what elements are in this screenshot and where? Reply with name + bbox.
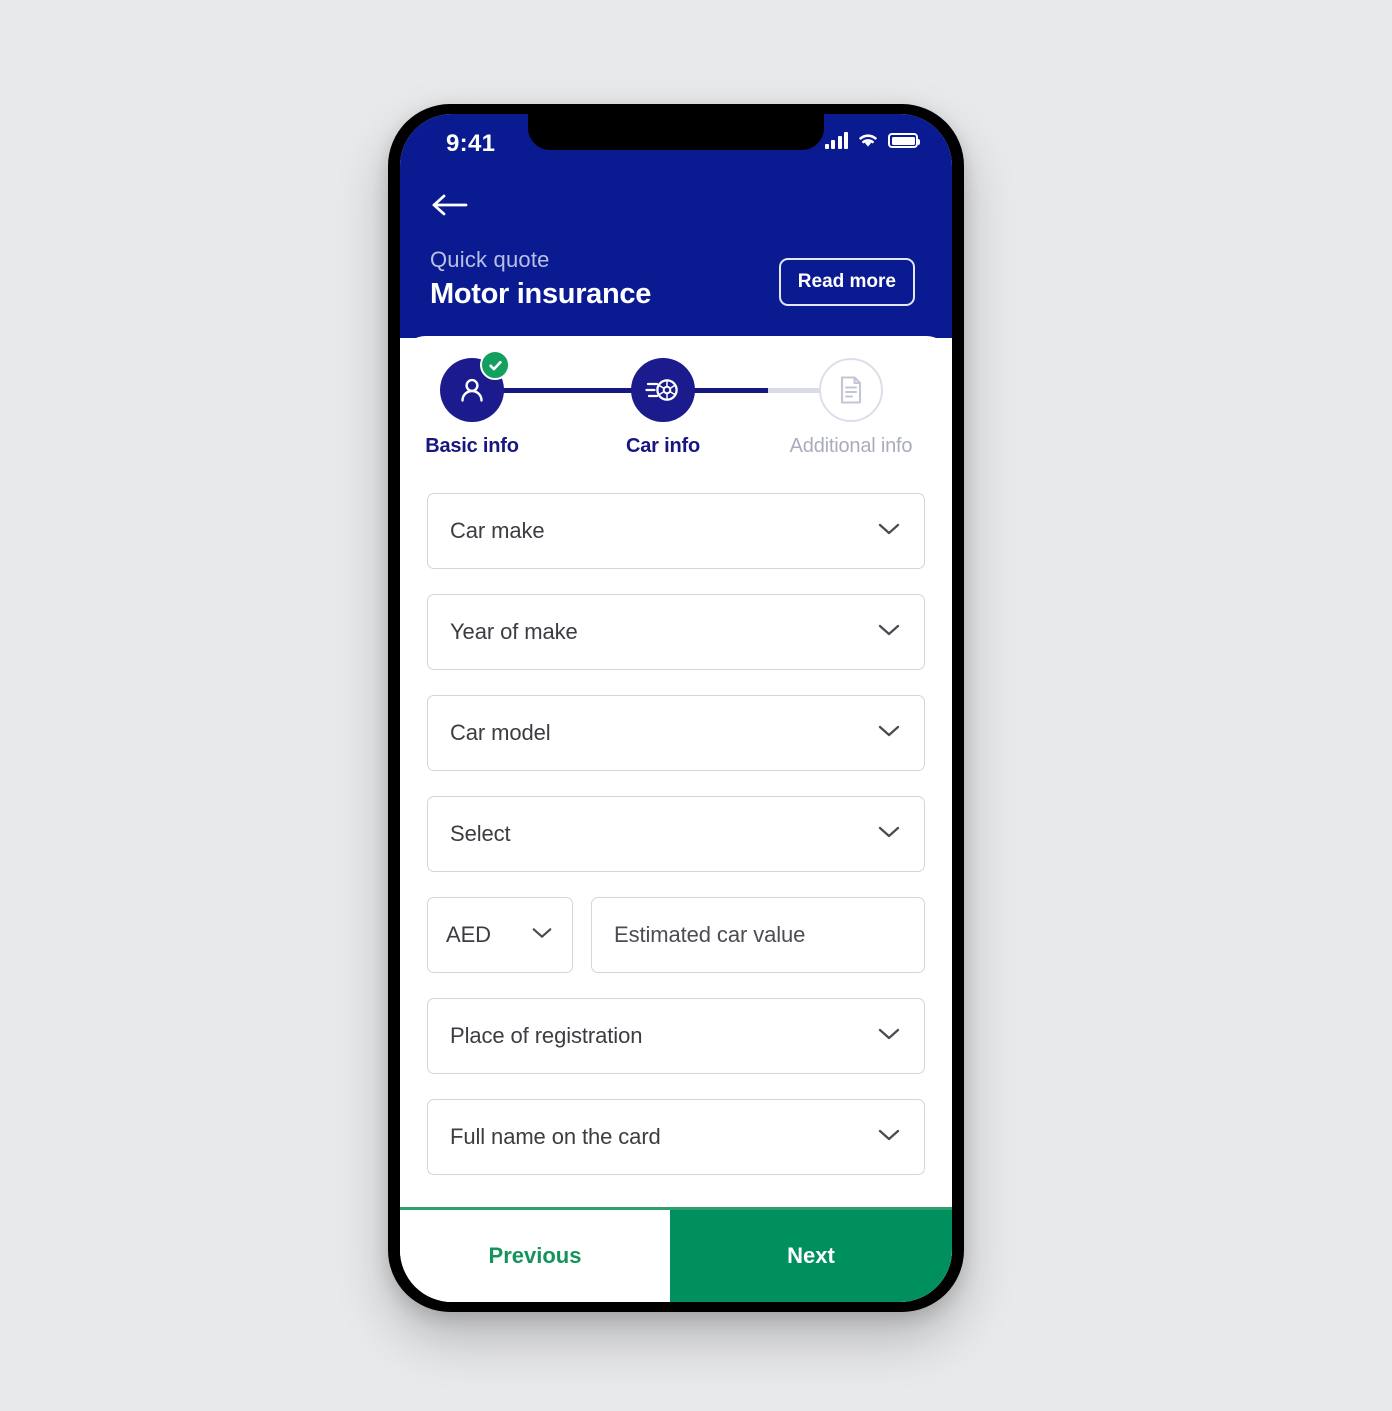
previous-button[interactable]: Previous (400, 1210, 670, 1302)
chevron-down-icon (876, 521, 902, 542)
chevron-down-icon (876, 723, 902, 744)
stepper-step-basic-info[interactable]: Basic info (402, 350, 542, 458)
stepper-circle-additional-info[interactable] (819, 358, 883, 422)
stepper-circle-car-info[interactable] (631, 358, 695, 422)
chevron-down-icon (876, 1026, 902, 1047)
battery-icon (888, 133, 920, 148)
full-name-on-card-select[interactable]: Full name on the card (427, 1099, 925, 1175)
year-of-make-select[interactable]: Year of make (427, 594, 925, 670)
page-title: Motor insurance (430, 278, 652, 310)
wifi-icon (857, 132, 879, 149)
place-of-registration-select[interactable]: Place of registration (427, 998, 925, 1074)
car-wheel-icon (645, 379, 678, 401)
header-eyebrow: Quick quote (430, 247, 550, 272)
car-make-value: Car make (450, 518, 545, 543)
next-button[interactable]: Next (670, 1210, 952, 1302)
signal-icon (824, 131, 848, 149)
status-bar-icons (824, 131, 920, 149)
currency-select[interactable]: AED (427, 897, 573, 973)
stepper-circle-basic-info[interactable] (440, 350, 510, 422)
read-more-button[interactable]: Read more (778, 258, 915, 306)
place-of-registration-value: Place of registration (450, 1023, 643, 1048)
stepper-step-additional-info[interactable]: Additional info (781, 358, 921, 458)
stepper-label-basic-info: Basic info (425, 435, 519, 457)
app-header: 9:41 Quick quote Motor insurance Read mo… (400, 114, 952, 338)
estimated-car-value-placeholder: Estimated car value (614, 922, 806, 947)
car-value-row: AED Estimated car value (427, 897, 925, 973)
chevron-down-icon (530, 925, 554, 946)
back-arrow-icon[interactable] (430, 188, 472, 222)
car-model-value: Car model (450, 720, 551, 745)
chevron-down-icon (876, 622, 902, 643)
year-of-make-value: Year of make (450, 619, 578, 644)
status-bar-time: 9:41 (446, 130, 496, 157)
stepper-step-car-info[interactable]: Car info (593, 358, 733, 458)
form-footer: Previous Next (400, 1210, 952, 1302)
car-info-form: Car make Year of make Car model Select A… (400, 472, 952, 1175)
chevron-down-icon (876, 824, 902, 845)
generic-select[interactable]: Select (427, 796, 925, 872)
full-name-on-card-value: Full name on the card (450, 1124, 661, 1149)
car-model-select[interactable]: Car model (427, 695, 925, 771)
check-icon (480, 350, 510, 380)
stepper-label-car-info: Car info (626, 435, 700, 457)
person-icon (461, 378, 483, 402)
progress-stepper: Basic info Car info Additional info (400, 336, 952, 472)
phone-notch (528, 114, 824, 150)
chevron-down-icon (876, 1127, 902, 1148)
generic-select-value: Select (450, 821, 511, 846)
car-make-select[interactable]: Car make (427, 493, 925, 569)
content-card: Basic info Car info Additional info Car … (400, 336, 952, 1302)
estimated-car-value-input[interactable]: Estimated car value (591, 897, 925, 973)
stepper-label-additional-info: Additional info (789, 435, 913, 457)
document-icon (840, 376, 862, 404)
phone-screen: 9:41 Quick quote Motor insurance Read mo… (400, 114, 952, 1302)
currency-value: AED (446, 922, 491, 947)
